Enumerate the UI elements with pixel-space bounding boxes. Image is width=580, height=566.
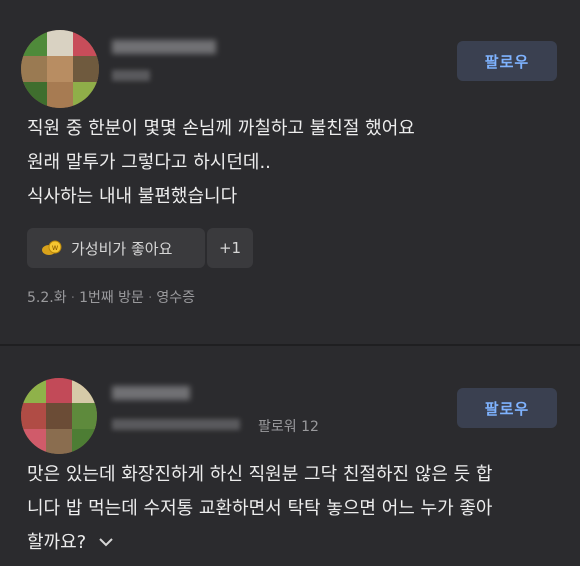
more-tags-count: +1	[218, 239, 242, 257]
separator: ·	[70, 290, 76, 306]
receipt-label: 영수증	[156, 290, 196, 306]
visit-count: 1번째 방문	[79, 290, 144, 306]
review-text-line: 맛은 있는데 화장진하게 하신 직원분 그닥 친절하진 않은 듯 합	[27, 464, 493, 485]
user-stats-blurred	[112, 70, 150, 81]
follow-button[interactable]: 팔로우	[457, 388, 557, 428]
review-text-line-last: 할까요?	[27, 526, 493, 560]
more-tags-button[interactable]: +1	[207, 228, 253, 268]
review-meta: 5.2.화 · 1번째 방문 · 영수증	[27, 287, 195, 307]
keyword-tag-label: 가성비가 좋아요	[71, 239, 173, 258]
user-avatar[interactable]	[21, 378, 97, 454]
username-blurred[interactable]	[112, 386, 190, 400]
coin-icon: w	[41, 240, 63, 256]
review-text: 직원 중 한분이 몇몇 손님께 까칠하고 불친절 했어요 원래 말투가 그렇다고…	[27, 112, 415, 214]
user-avatar[interactable]	[21, 30, 99, 108]
review-card: 팔로워 12 팔로우 맛은 있는데 화장진하게 하신 직원분 그닥 친절하진 않…	[0, 346, 580, 566]
review-text-line: 직원 중 한분이 몇몇 손님께 까칠하고 불친절 했어요	[27, 118, 415, 139]
keyword-tag[interactable]: w 가성비가 좋아요	[27, 228, 205, 268]
review-text-line: 식사하는 내내 불편했습니다	[27, 186, 238, 207]
svg-text:w: w	[52, 243, 59, 252]
review-text-line: 니다 밥 먹는데 수저통 교환하면서 탁탁 놓으면 어느 누가 좋아	[27, 498, 493, 519]
separator: ·	[147, 290, 153, 306]
follower-count: 팔로워 12	[258, 419, 319, 435]
review-card: 팔로우 직원 중 한분이 몇몇 손님께 까칠하고 불친절 했어요 원래 말투가 …	[0, 0, 580, 346]
user-stats-blurred	[112, 419, 240, 430]
chevron-down-icon[interactable]	[98, 526, 114, 560]
username-blurred[interactable]	[112, 40, 216, 54]
follow-button[interactable]: 팔로우	[457, 41, 557, 81]
review-text-line: 할까요?	[27, 532, 87, 553]
visit-date: 5.2.화	[27, 290, 67, 306]
review-text-line: 원래 말투가 그렇다고 하시던데..	[27, 152, 271, 173]
review-text: 맛은 있는데 화장진하게 하신 직원분 그닥 친절하진 않은 듯 합 니다 밥 …	[27, 458, 493, 560]
